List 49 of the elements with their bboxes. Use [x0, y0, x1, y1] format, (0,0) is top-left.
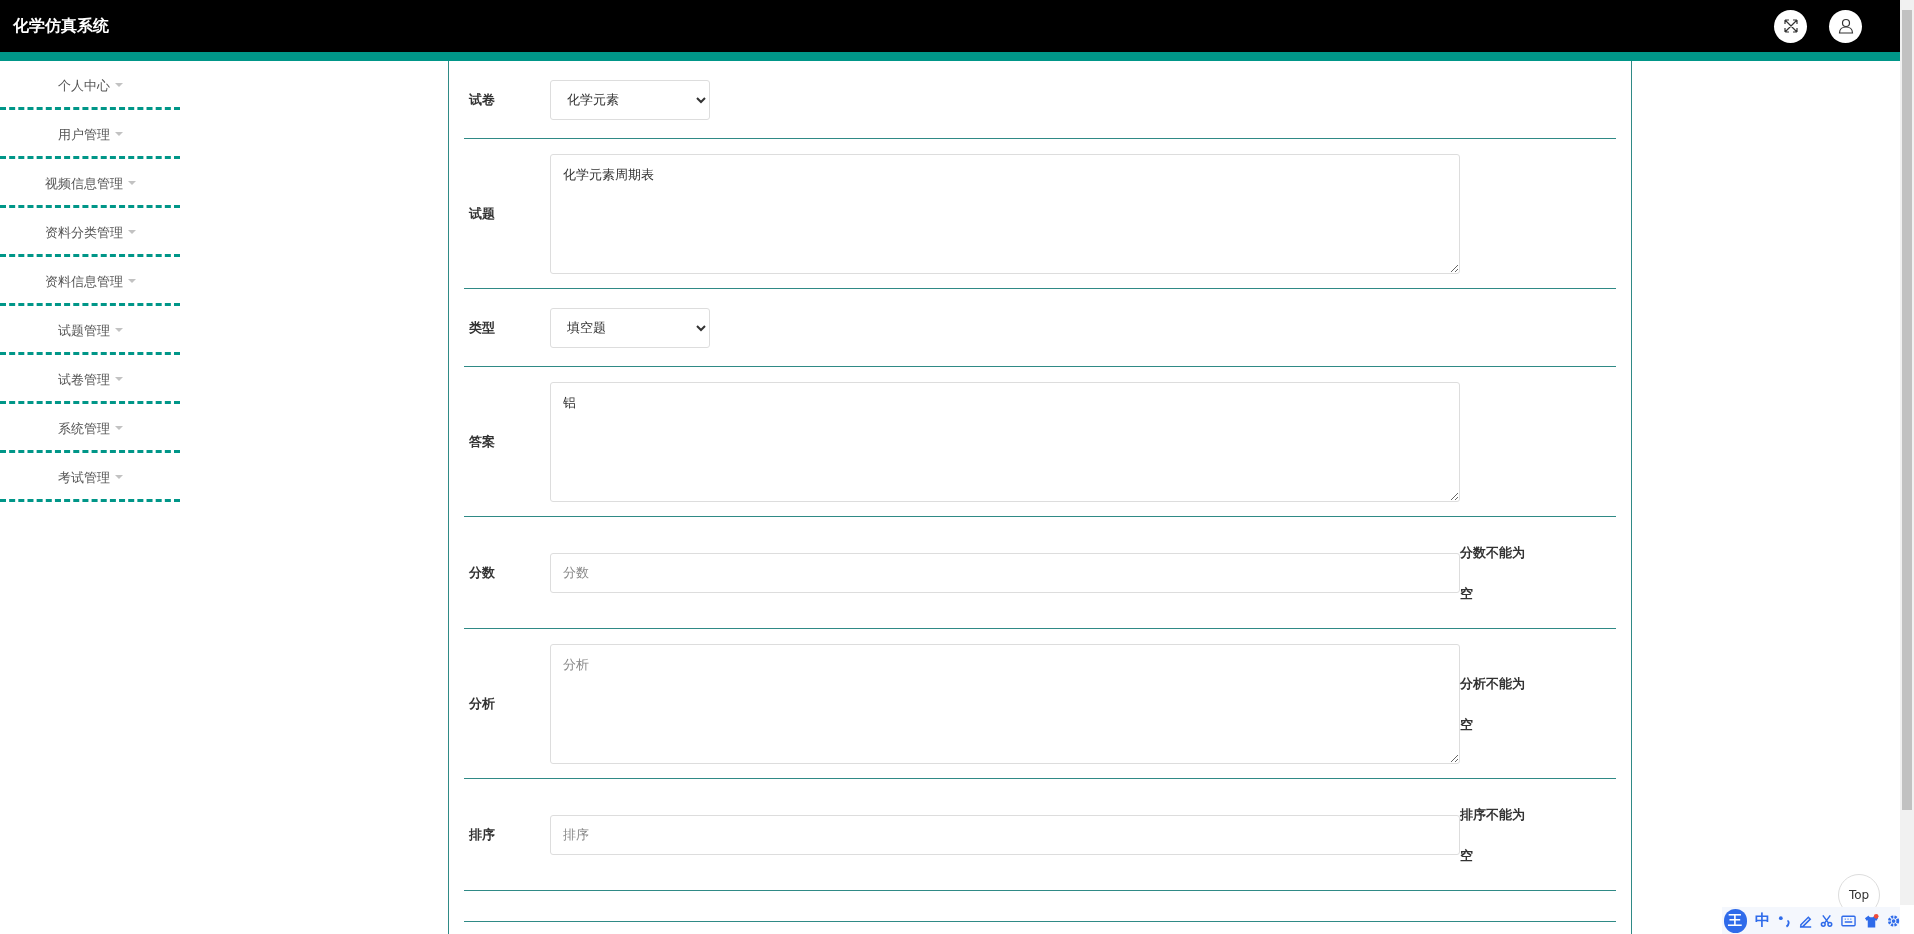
validation-error: 分数不能为空	[1460, 543, 1526, 603]
field-label: 分数	[469, 563, 496, 582]
keyboard-icon[interactable]	[1840, 914, 1856, 927]
sidebar-menu-item[interactable]: 试题管理	[57, 317, 123, 341]
scissors-icon[interactable]	[1819, 913, 1833, 928]
ime-mode-toggle[interactable]: 中	[1754, 909, 1770, 932]
input-field[interactable]: 排序	[550, 814, 1460, 855]
ime-logo[interactable]: 王	[1724, 908, 1747, 933]
shirt-icon[interactable]	[1863, 912, 1879, 929]
field-label: 类型	[469, 318, 496, 337]
caret-icon	[114, 132, 123, 137]
field-label: 试卷	[469, 90, 496, 109]
sidebar-menu-item[interactable]: 资料分类管理	[44, 219, 136, 243]
user-icon	[1837, 18, 1854, 34]
input-field[interactable]: 分数	[550, 552, 1460, 593]
sidebar-menu-item[interactable]: 个人中心	[57, 72, 123, 96]
sidebar-menu-item[interactable]: 视频信息管理	[44, 170, 136, 194]
sidebar-menu-item[interactable]: 试卷管理	[57, 366, 123, 390]
validation-error: 排序不能为空	[1460, 805, 1526, 865]
user-button[interactable]	[1829, 9, 1862, 43]
select-field[interactable]: 化学元素	[550, 79, 710, 120]
caret-icon	[114, 426, 123, 431]
text-area[interactable]: 分析	[550, 643, 1460, 764]
caret-icon	[114, 328, 123, 333]
sidebar-menu-item[interactable]: 用户管理	[57, 121, 123, 145]
expand-arrows-icon	[1782, 18, 1799, 34]
select-field[interactable]: 填空题	[550, 307, 710, 348]
field-label: 分析	[469, 694, 496, 713]
fullscreen-button[interactable]	[1774, 9, 1807, 43]
scrollbar[interactable]	[1900, 0, 1914, 905]
sidebar-menu-item[interactable]: 系统管理	[57, 415, 123, 439]
field-label: 排序	[469, 825, 496, 844]
field-label: 答案	[469, 432, 496, 451]
caret-icon	[127, 279, 136, 284]
validation-error: 分析不能为空	[1460, 674, 1526, 734]
sidebar-menu-item[interactable]: 考试管理	[57, 464, 123, 488]
text-area[interactable]: 化学元素周期表	[550, 153, 1460, 274]
field-label: 试题	[469, 204, 496, 223]
caret-icon	[114, 475, 123, 480]
caret-icon	[127, 181, 136, 186]
punctuation-icon[interactable]	[1777, 913, 1791, 928]
text-area[interactable]: 铝	[550, 381, 1460, 502]
caret-icon	[114, 377, 123, 382]
settings-icon[interactable]	[1886, 913, 1900, 928]
caret-icon	[127, 230, 136, 235]
app-title: 化学仿真系统	[13, 15, 109, 37]
sidebar-menu-item[interactable]: 资料信息管理	[44, 268, 136, 292]
caret-icon	[114, 83, 123, 88]
pen-icon[interactable]	[1798, 913, 1812, 928]
